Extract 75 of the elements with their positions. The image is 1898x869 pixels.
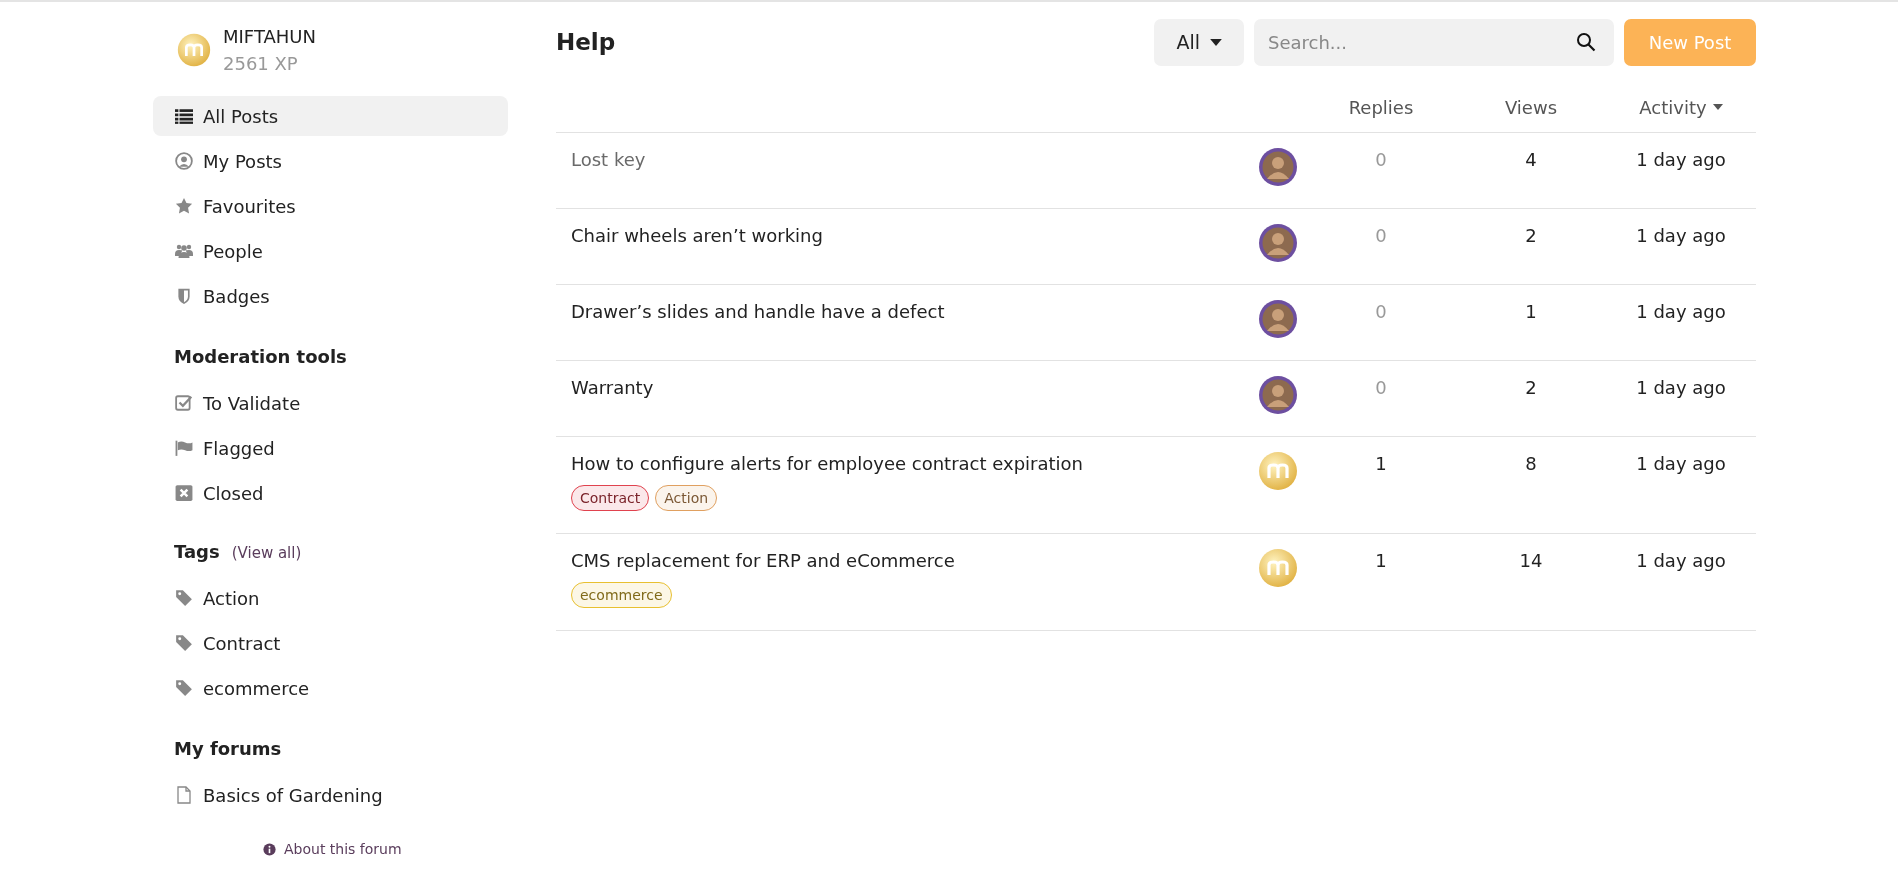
nav-item[interactable]: All Posts [153,96,508,136]
post-tag[interactable]: Contract [571,485,650,511]
checkbox-icon [175,394,193,412]
nav-item[interactable]: Badges [153,276,508,316]
view-count: 8 [1525,452,1537,476]
activity-time: 1 day ago [1636,452,1726,476]
caret-icon [1712,104,1723,110]
activity-time: 1 day ago [1636,549,1726,573]
filter-dropdown[interactable]: All [1154,18,1244,66]
post-title[interactable]: Drawer’s slides and handle have a defect [571,299,1250,325]
nav-item[interactable]: People [153,231,508,271]
section-heading: My forums [174,738,283,759]
star-icon [175,197,193,215]
column-header[interactable]: Activity [1639,96,1723,118]
about-link[interactable]: About this forum [263,841,508,857]
tag-icon [175,679,193,697]
logo-avatar-icon [177,33,211,67]
close-box-icon [175,484,193,502]
xp-count: 2561 XP [223,53,299,74]
page-title: Help [556,29,616,55]
flag-icon [175,439,193,457]
reply-count: 0 [1375,224,1387,248]
people-icon [175,242,193,260]
post-title[interactable]: Warranty [571,375,1250,401]
search-field[interactable]: Search... [1254,18,1614,66]
search-icon [1576,31,1596,52]
reply-count: 0 [1375,148,1387,172]
view-count: 2 [1525,376,1537,400]
view-count: 14 [1519,549,1543,573]
forum-item[interactable]: Basics of Gardening [153,775,508,815]
tag-item[interactable]: Contract [153,623,508,663]
post-title[interactable]: CMS replacement for ERP and eCommerce [571,548,1250,574]
avatar-icon [1258,223,1298,263]
tag-item[interactable]: ecommerce [153,668,508,708]
shield-icon [175,287,193,305]
avatar-icon [1258,375,1298,415]
post-tag[interactable]: ecommerce [571,582,672,608]
list-icon [175,107,193,125]
section-heading: Moderation tools [174,346,348,367]
view-count: 4 [1525,148,1537,172]
section-heading: Tags [174,541,220,562]
tag-icon [175,634,193,652]
avatar-icon [1258,147,1298,187]
moderation-item[interactable]: Closed [153,473,508,513]
logo-avatar-icon [1258,451,1298,491]
moderation-item[interactable]: To Validate [153,383,508,423]
user-icon [175,152,193,170]
reply-count: 0 [1375,376,1387,400]
view-all-link[interactable]: (View all) [231,544,302,562]
nav-item[interactable]: Favourites [153,186,508,226]
column-header[interactable]: Views [1504,96,1558,118]
tag-item[interactable]: Action [153,578,508,618]
nav-item[interactable]: My Posts [153,141,508,181]
reply-count: 1 [1375,549,1387,573]
logo-avatar-icon [1258,548,1298,588]
post-title[interactable]: Chair wheels aren’t working [571,223,1250,249]
moderation-item[interactable]: Flagged [153,428,508,468]
info-icon [263,842,276,856]
activity-time: 1 day ago [1636,300,1726,324]
post-title[interactable]: How to configure alerts for employee contract expiration [571,451,1250,477]
document-icon [175,786,193,804]
activity-time: 1 day ago [1636,224,1726,248]
reply-count: 0 [1375,300,1387,324]
caret-icon [1210,38,1222,46]
post-tag[interactable]: Action [655,485,718,511]
view-count: 2 [1525,224,1537,248]
tag-icon [175,589,193,607]
reply-count: 1 [1375,452,1387,476]
user-name: MIFTAHUN [223,26,316,47]
view-count: 1 [1525,300,1537,324]
activity-time: 1 day ago [1636,376,1726,400]
post-title[interactable]: Lost key [571,147,1250,173]
column-header[interactable]: Replies [1348,96,1414,118]
activity-time: 1 day ago [1636,148,1726,172]
avatar-icon [1258,299,1298,339]
